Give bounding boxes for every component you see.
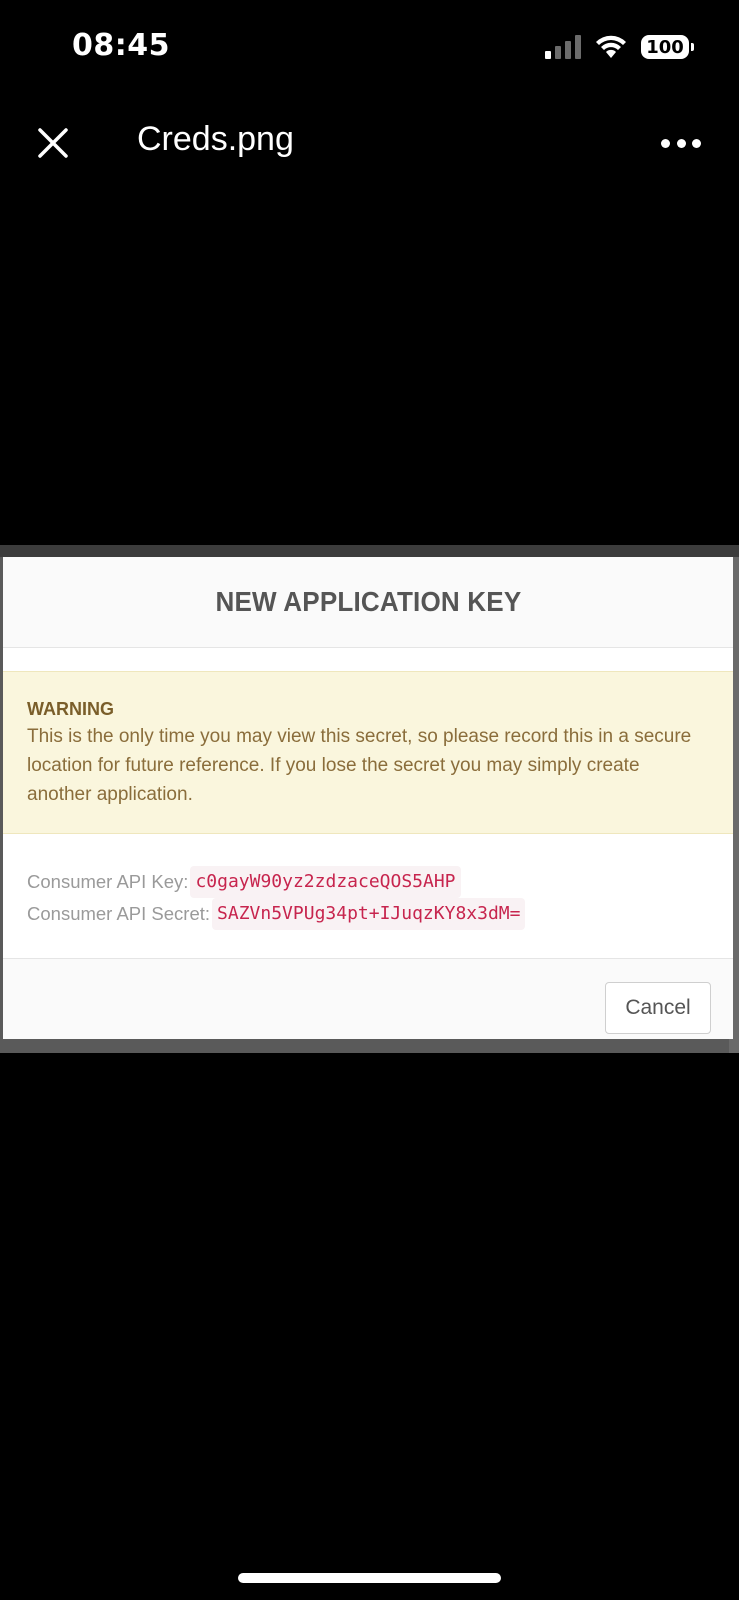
- api-key-label: Consumer API Key:: [27, 871, 189, 892]
- api-key-row: Consumer API Key: c0gayW90yz2zdzaceQOS5A…: [27, 866, 709, 898]
- signal-icon: [545, 35, 581, 59]
- background-strip: [0, 545, 739, 557]
- api-secret-label: Consumer API Secret:: [27, 903, 211, 924]
- wifi-icon: [596, 35, 626, 58]
- warning-alert: WARNING This is the only time you may vi…: [3, 671, 733, 834]
- modal-footer: Cancel: [3, 959, 733, 1053]
- home-indicator[interactable]: [238, 1573, 501, 1583]
- battery-level: 100: [646, 36, 684, 58]
- new-application-key-modal: NEW APPLICATION KEY WARNING This is the …: [3, 557, 733, 1039]
- cancel-button[interactable]: Cancel: [605, 982, 711, 1034]
- status-icons: 100: [545, 34, 694, 60]
- battery-icon: 100: [641, 35, 694, 59]
- close-icon[interactable]: [36, 126, 70, 160]
- more-icon[interactable]: [661, 126, 701, 160]
- modal-header: NEW APPLICATION KEY: [3, 557, 733, 648]
- status-bar: 08:45 100: [0, 0, 739, 96]
- warning-heading: WARNING: [27, 699, 114, 719]
- image-preview: NEW APPLICATION KEY WARNING This is the …: [0, 545, 739, 1053]
- file-title: Creds.png: [137, 120, 294, 158]
- api-key-value: c0gayW90yz2zdzaceQOS5AHP: [190, 866, 461, 898]
- credentials-section: Consumer API Key: c0gayW90yz2zdzaceQOS5A…: [3, 834, 733, 959]
- api-secret-value: SAZVn5VPUg34pt+IJuqzKY8x3dM=: [212, 898, 526, 930]
- warning-text: This is the only time you may view this …: [27, 726, 692, 805]
- status-time: 08:45: [72, 28, 170, 63]
- api-secret-row: Consumer API Secret: SAZVn5VPUg34pt+IJuq…: [27, 898, 709, 930]
- modal-spacer: [3, 648, 733, 671]
- viewer-header: Creds.png: [0, 104, 739, 184]
- modal-title: NEW APPLICATION KEY: [215, 586, 521, 617]
